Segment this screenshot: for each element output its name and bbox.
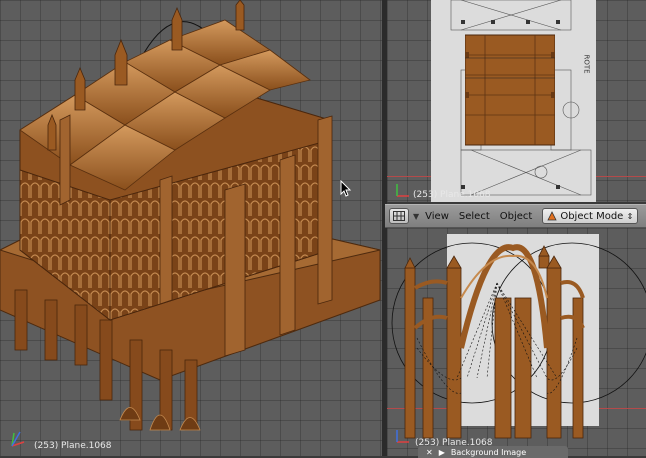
expand-arrow-icon[interactable]: ▶ [439,448,445,457]
cathedral-model-perspective [0,0,381,431]
mode-icon [547,211,557,221]
top-ortho-viewport[interactable]: ROTE (253) Plane.1068 [387,0,646,202]
close-icon[interactable]: ✕ [426,448,433,457]
viewport-header-bar: ▼ View Select Object Object Mode ⇕ [385,204,646,228]
mode-dropdown-label: Object Mode [560,210,624,222]
axis-gizmo-icon [396,184,409,197]
plan-reference-text: ROTE [582,54,591,74]
cursor-icon [340,180,352,197]
nave-model-plan-view [465,34,555,146]
collapse-menus-icon[interactable]: ▼ [413,212,419,221]
background-image-panel[interactable]: ✕ ▶ Background Image [418,446,568,458]
axis-gizmo-icon [396,430,409,443]
menu-object[interactable]: Object [500,211,533,222]
background-image-label: Background Image [450,447,527,457]
cathedral-section-model [391,242,646,439]
menu-view[interactable]: View [425,211,449,222]
main-3d-viewport[interactable]: (253) Plane.1068 [0,0,382,456]
dropdown-caret-icon: ⇕ [626,211,634,221]
top-viewport-object-label: (253) Plane.1068 [413,190,491,200]
main-viewport-object-label: (253) Plane.1068 [34,441,112,451]
editor-type-button[interactable] [389,208,409,224]
mode-dropdown[interactable]: Object Mode ⇕ [542,208,639,224]
side-ortho-viewport[interactable]: (253) Plane.1068 [387,228,646,456]
menu-select[interactable]: Select [459,211,490,222]
axis-gizmo-icon [11,431,25,447]
grid-editor-icon [393,211,405,221]
